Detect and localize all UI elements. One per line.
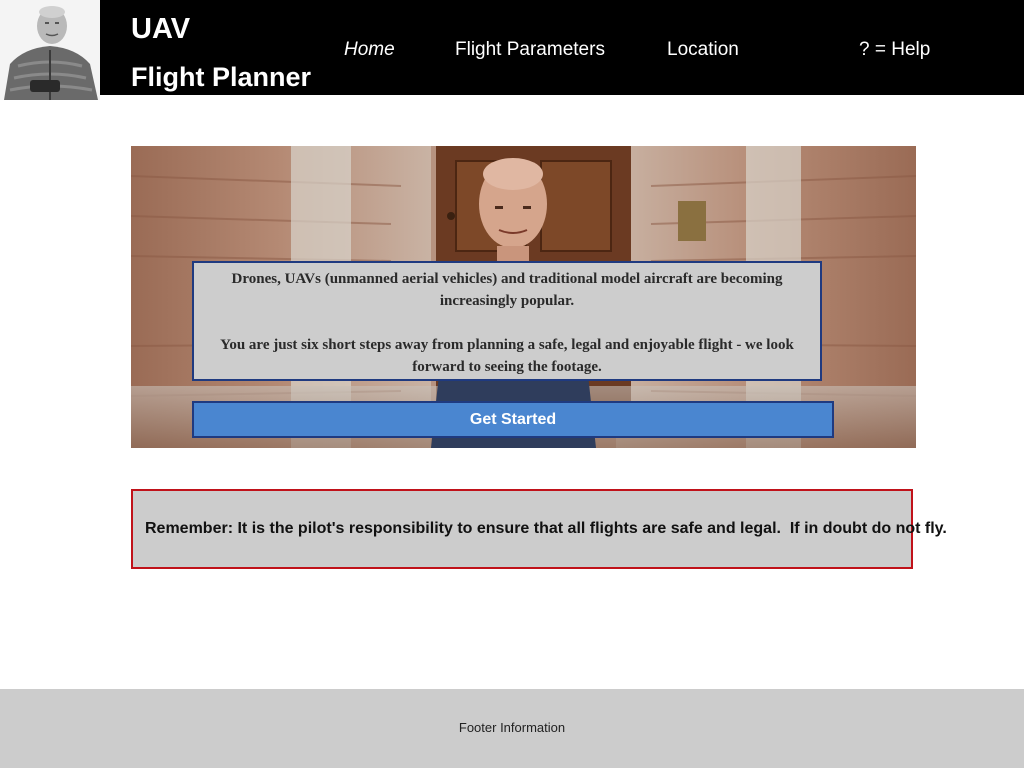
pilot-portrait-icon (0, 0, 100, 100)
site-header: UAV Flight Planner Home Flight Parameter… (0, 0, 1024, 100)
safety-warning: Remember: It is the pilot's responsibili… (131, 489, 947, 569)
site-footer: Footer Information (0, 689, 1024, 768)
nav-flight-parameters[interactable]: Flight Parameters (455, 37, 605, 63)
hero-banner: Drones, UAVs (unmanned aerial vehicles) … (131, 146, 916, 448)
get-started-button[interactable]: Get Started (192, 401, 834, 438)
intro-text-box: Drones, UAVs (unmanned aerial vehicles) … (192, 261, 822, 381)
intro-paragraph: Drones, UAVs (unmanned aerial vehicles) … (231, 271, 783, 309)
site-title: UAV (131, 13, 191, 45)
nav-location[interactable]: Location (667, 37, 739, 63)
avatar (0, 0, 100, 100)
site-subtitle: Flight Planner (131, 62, 312, 92)
intro-paragraph: You are just six short steps away from p… (220, 337, 794, 375)
nav-home[interactable]: Home (344, 37, 395, 63)
footer-text: Footer Information (458, 720, 566, 735)
nav-help[interactable]: ? = Help (859, 37, 930, 63)
